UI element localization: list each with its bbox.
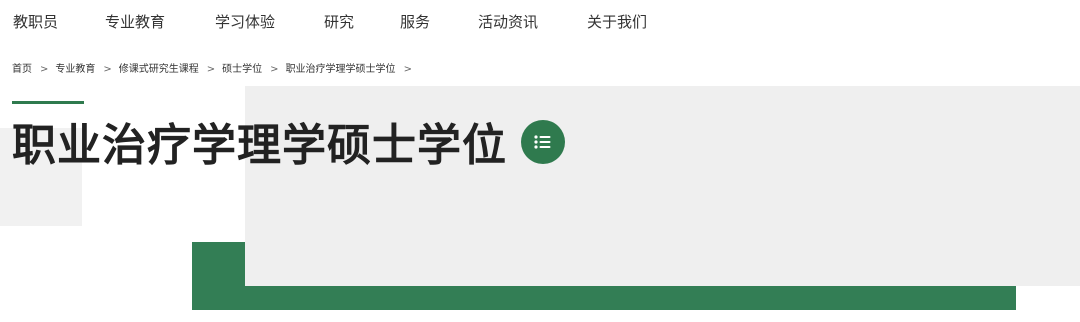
nav-item-professional-education[interactable]: 专业教育 xyxy=(105,12,165,32)
nav-item-research[interactable]: 研究 xyxy=(324,12,354,32)
breadcrumb-home[interactable]: 首页 xyxy=(12,63,32,77)
chevron-right-icon: > xyxy=(40,64,49,75)
top-navigation: 教职员 专业教育 学习体验 研究 服务 活动资讯 关于我们 xyxy=(0,0,1080,44)
chevron-right-icon: > xyxy=(103,64,112,75)
section-menu-button[interactable] xyxy=(521,120,565,164)
chevron-right-icon: > xyxy=(270,64,279,75)
breadcrumb-current: 职业治疗学理学硕士学位 xyxy=(285,64,396,75)
hero-panel xyxy=(245,86,1080,286)
nav-item-events-news[interactable]: 活动资讯 xyxy=(478,12,538,32)
breadcrumb: 首页 > 专业教育 > 修课式研究生课程 > 硕士学位 > 职业治疗学理学硕士学… xyxy=(12,62,419,78)
nav-item-services[interactable]: 服务 xyxy=(400,12,430,32)
page-title: 职业治疗学理学硕士学位 xyxy=(12,120,507,171)
chevron-right-icon: > xyxy=(206,64,216,75)
breadcrumb-masters-degree[interactable]: 硕士学位 xyxy=(222,63,262,77)
page: 教职员 专业教育 学习体验 研究 服务 活动资讯 关于我们 首页 > 专业教育 … xyxy=(0,0,1080,322)
nav-item-about-us[interactable]: 关于我们 xyxy=(587,12,647,32)
nav-item-faculty[interactable]: 教职员 xyxy=(13,12,58,32)
nav-item-learning-experience[interactable]: 学习体验 xyxy=(215,12,275,32)
breadcrumb-taught-postgraduate[interactable]: 修课式研究生课程 xyxy=(119,63,199,77)
breadcrumb-professional-education[interactable]: 专业教育 xyxy=(55,63,95,77)
chevron-right-icon: > xyxy=(403,64,412,75)
title-accent-line xyxy=(12,101,84,104)
list-menu-icon xyxy=(534,135,551,149)
